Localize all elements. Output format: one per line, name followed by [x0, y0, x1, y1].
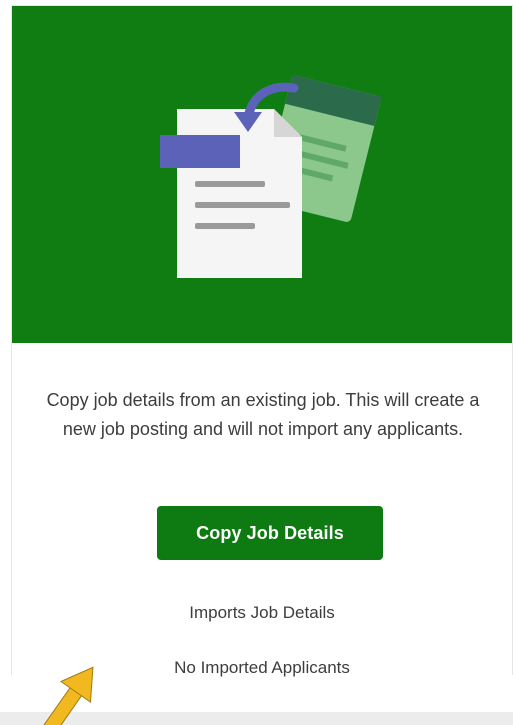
bottom-divider: [0, 712, 513, 725]
feature-no-imported-applicants: No Imported Applicants: [174, 658, 350, 677]
page: Copy job details from an existing job. T…: [0, 0, 513, 725]
label-block-icon: [160, 135, 240, 168]
copy-document-icon: [160, 74, 382, 278]
feature-imports-job-details: Imports Job Details: [189, 603, 335, 622]
copy-job-details-button[interactable]: Copy Job Details: [157, 506, 383, 560]
card-description: Copy job details from an existing job. T…: [46, 390, 480, 439]
card-hero: [12, 6, 512, 343]
copy-job-card: Copy job details from an existing job. T…: [11, 5, 513, 677]
target-document-icon: [177, 109, 302, 278]
